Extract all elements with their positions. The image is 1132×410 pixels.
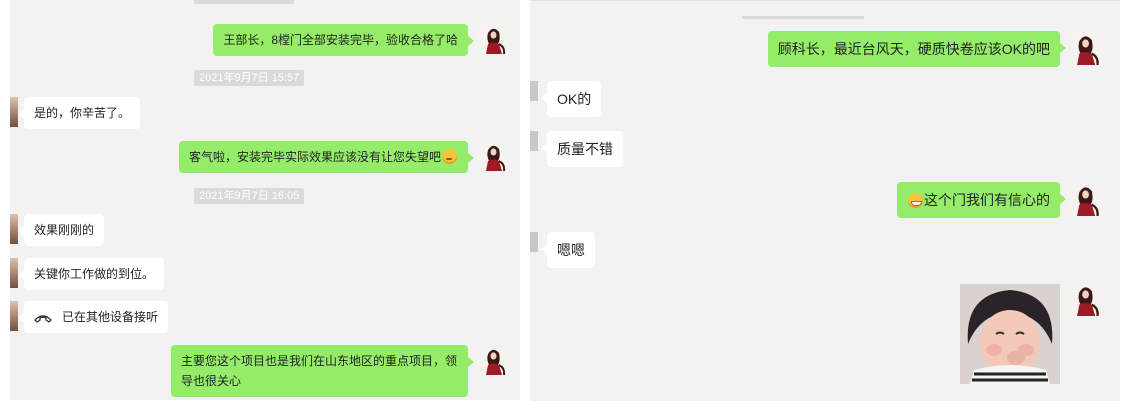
user-avatar[interactable] (478, 24, 508, 54)
contact-avatar[interactable] (10, 97, 18, 127)
message-received[interactable]: 关键你工作做的到位。 (17, 258, 165, 290)
avatar-image (486, 145, 506, 171)
timestamp-stub (742, 16, 864, 19)
message-received[interactable]: 质量不错 (541, 131, 623, 167)
image-message[interactable] (960, 284, 1060, 384)
phone-handset-icon (34, 315, 52, 323)
message-received[interactable]: 嗯嗯 (541, 232, 595, 268)
user-avatar[interactable] (1068, 182, 1102, 216)
avatar-image (1077, 36, 1099, 65)
timestamp: 2021年9月7日 15:57 (194, 70, 305, 86)
user-avatar[interactable] (478, 345, 508, 375)
contact-avatar[interactable] (530, 232, 538, 252)
contact-avatar[interactable] (10, 214, 18, 244)
contact-avatar[interactable] (530, 131, 538, 151)
avatar-image (1077, 187, 1099, 216)
message-text-line1: 主要您这个项目也是我们在山东地区的重点项目，领 (181, 354, 458, 368)
contact-avatar[interactable] (530, 81, 538, 101)
message-received[interactable]: 效果刚刚的 (17, 214, 105, 246)
message-sent[interactable]: 顾科长，最近台风天，硬质快卷应该OK的吧 (767, 31, 1067, 67)
avatar-image (486, 349, 506, 375)
user-avatar[interactable] (1068, 31, 1102, 65)
message-text: 这个门我们有信心的 (924, 192, 1050, 208)
timestamp-stub (194, 0, 294, 4)
call-status-text: 已在其他设备接听 (62, 310, 159, 324)
avatar-image (486, 28, 506, 54)
contact-avatar[interactable] (10, 258, 18, 288)
call-status-message[interactable]: 已在其他设备接听 (17, 301, 169, 333)
message-text-line2: 导也很关心 (181, 374, 242, 388)
message-received[interactable]: OK的 (540, 81, 602, 117)
timestamp: 2021年9月7日 16:05 (194, 188, 305, 204)
chat-panel-left: 王部长，8樘门全部安装完毕，验收合格了哈 2021年9月7日 15:57 是的，… (10, 0, 520, 400)
contact-avatar[interactable] (10, 301, 18, 331)
baby-photo-image (960, 284, 1060, 384)
message-received[interactable]: 是的，你辛苦了。 (17, 97, 141, 129)
message-sent[interactable]: 这个门我们有信心的 (897, 182, 1066, 218)
user-avatar[interactable] (1068, 282, 1102, 316)
thinking-face-icon (442, 149, 457, 164)
message-text: 客气啦，安装完毕实际效果应该没有让您失望吧 (188, 150, 441, 164)
chat-panel-right: 顾科长，最近台风天，硬质快卷应该OK的吧 OK的 质量不错 这个门我们有信心的 … (530, 0, 1120, 401)
user-avatar[interactable] (478, 141, 508, 171)
grinning-face-icon (908, 193, 923, 208)
message-sent[interactable]: 王部长，8樘门全部安装完毕，验收合格了哈 (213, 24, 474, 56)
message-sent[interactable]: 客气啦，安装完毕实际效果应该没有让您失望吧 (178, 141, 475, 173)
avatar-image (1077, 287, 1099, 316)
message-sent[interactable]: 主要您这个项目也是我们在山东地区的重点项目，领 导也很关心 (171, 345, 474, 397)
